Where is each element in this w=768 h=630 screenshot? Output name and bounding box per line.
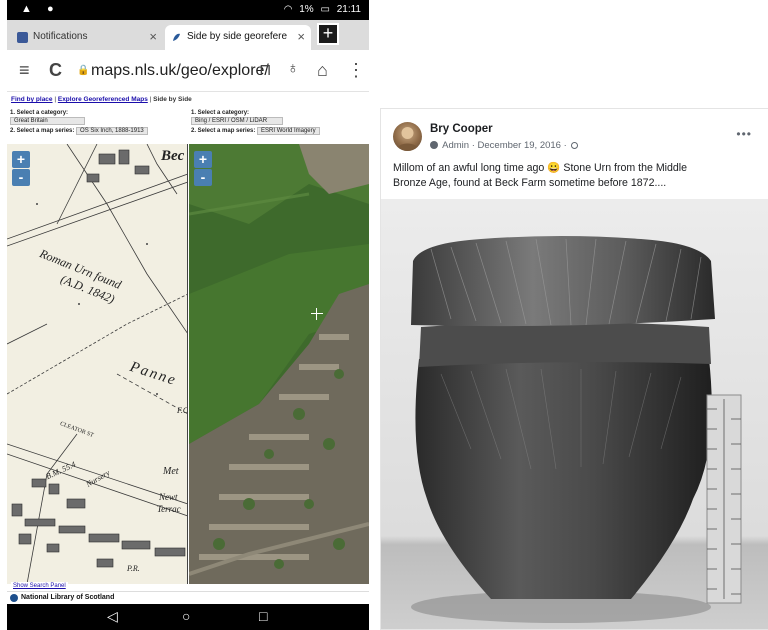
admin-badge-icon	[430, 141, 438, 149]
tab-title: Notifications	[33, 31, 88, 42]
historic-map-drawing	[7, 144, 187, 584]
overflow-menu-icon[interactable]: ⋮	[347, 60, 365, 81]
screenshot-canvas: ▲ ● ◠ 1% ▭ 21:11 Notifications × Side by…	[0, 0, 768, 630]
breadcrumb: Find by place | Explore Georeferenced Ma…	[11, 96, 192, 103]
map-label-pr: P.R.	[127, 564, 140, 573]
close-tab-icon[interactable]: ×	[149, 29, 157, 44]
current-page: Side by Side	[153, 96, 192, 103]
map-label-met: Met	[163, 466, 179, 477]
browser-toolbar: ≡ C 🔒 maps.nls.uk/geo/explore/ ⊓ ♁ ⌂ ⋮	[7, 50, 369, 92]
android-nav-bar: ◁ ○ □	[7, 604, 369, 630]
nls-favicon-icon	[173, 33, 180, 41]
map-selectors: 1. Select a category: Great Britain 2. S…	[7, 108, 369, 142]
post-text-line: Millom of an awful long time ago 😀 Stone…	[393, 162, 688, 174]
battery-percent: 1%	[299, 4, 314, 15]
series-select[interactable]: ESRI World Imagery	[257, 127, 320, 135]
right-zoom-control: + -	[194, 151, 212, 187]
aerial-imagery-pane[interactable]: + -	[189, 144, 369, 584]
post-date[interactable]: December 19, 2016	[478, 140, 561, 151]
url-text: maps.nls.uk/geo/explore/	[91, 62, 269, 79]
facebook-favicon-icon	[17, 32, 28, 43]
facebook-post: Bry Cooper Admin · December 19, 2016 · •…	[380, 108, 768, 630]
post-role: Admin	[442, 140, 470, 151]
series-label: 2. Select a map series:	[10, 128, 75, 134]
bookmark-icon[interactable]: ⊓	[259, 60, 271, 80]
explore-maps-link[interactable]: Explore Georeferenced Maps	[58, 96, 148, 103]
post-text-line: Bronze Age, found at Beck Farm sometime …	[393, 177, 667, 189]
category-select[interactable]: Great Britain	[10, 117, 85, 125]
nls-footer: National Library of Scotland	[7, 591, 369, 604]
post-meta: Admin · December 19, 2016 ·	[430, 140, 579, 151]
close-tab-icon[interactable]: ×	[297, 29, 305, 44]
zoom-in-button[interactable]: +	[194, 151, 212, 168]
clock: 21:11	[336, 4, 361, 15]
historic-map-pane[interactable]: Roman Urn found (A.D. 1842) Panne Bec CL…	[7, 144, 188, 584]
avatar[interactable]	[393, 122, 422, 151]
menu-icon[interactable]: ≡	[19, 60, 30, 81]
globe-icon	[571, 142, 579, 149]
zoom-out-button[interactable]: -	[12, 169, 30, 186]
status-notification-icons: ▲ ●	[21, 3, 60, 15]
battery-icon: ▭	[320, 4, 330, 15]
aerial-imagery-drawing	[189, 144, 369, 584]
zoom-out-button[interactable]: -	[194, 169, 212, 186]
back-nav-icon[interactable]: ◁	[107, 608, 118, 625]
tab-title: Side by side georeferenced m	[187, 31, 287, 42]
phone-screenshot: ▲ ● ◠ 1% ▭ 21:11 Notifications × Side by…	[7, 0, 369, 630]
nls-logo-icon	[10, 594, 18, 602]
map-label-newton: Newt	[159, 492, 178, 502]
series-select[interactable]: OS Six Inch, 1888-1913	[76, 127, 148, 135]
post-photo[interactable]	[381, 199, 768, 629]
category-label: 1. Select a category:	[10, 110, 69, 116]
right-map-selector: 1. Select a category: Bing / ESRI / OSM …	[191, 110, 367, 137]
left-zoom-control: + -	[12, 151, 30, 187]
find-by-place-link[interactable]: Find by place	[11, 96, 53, 103]
reload-icon[interactable]: C	[49, 60, 62, 81]
stone-urn-photo	[381, 199, 768, 629]
show-search-panel-link[interactable]: Show Search Panel	[11, 582, 68, 590]
address-bar[interactable]: 🔒 maps.nls.uk/geo/explore/	[75, 59, 277, 83]
home-nav-icon[interactable]: ○	[182, 608, 190, 624]
map-label-terrace: Terrac	[157, 504, 181, 514]
avatar-image	[396, 127, 419, 151]
map-label-fo: F.O	[177, 406, 188, 415]
recents-nav-icon[interactable]: □	[259, 608, 267, 624]
footer-text: National Library of Scotland	[21, 594, 115, 601]
post-text: Millom of an awful long time ago 😀 Stone…	[393, 161, 763, 191]
more-options-icon[interactable]: •••	[736, 127, 752, 141]
mic-icon[interactable]: ♁	[287, 60, 299, 78]
series-label: 2. Select a map series:	[191, 128, 256, 134]
wifi-icon: ◠	[283, 4, 293, 15]
category-label: 1. Select a category:	[191, 110, 250, 116]
map-label-beck: Bec	[161, 148, 185, 164]
status-bar: ▲ ● ◠ 1% ▭ 21:11	[7, 0, 369, 20]
browser-tab-strip: Notifications × Side by side georeferenc…	[7, 20, 369, 50]
left-map-selector: 1. Select a category: Great Britain 2. S…	[10, 110, 186, 137]
home-icon[interactable]: ⌂	[317, 60, 328, 81]
lock-icon: 🔒	[77, 65, 90, 76]
tab-notifications[interactable]: Notifications ×	[11, 25, 163, 50]
post-author[interactable]: Bry Cooper	[430, 123, 493, 135]
crosshair-icon	[311, 308, 323, 320]
zoom-in-button[interactable]: +	[12, 151, 30, 168]
tab-side-by-side[interactable]: Side by side georeferenced m ×	[165, 25, 311, 50]
nls-webpage: Find by place | Explore Georeferenced Ma…	[7, 92, 369, 604]
new-tab-button[interactable]: +	[317, 23, 339, 45]
status-right: ◠ 1% ▭ 21:11	[280, 4, 361, 15]
category-select[interactable]: Bing / ESRI / OSM / LiDAR	[191, 117, 283, 125]
meta-separator: ·	[563, 140, 570, 151]
